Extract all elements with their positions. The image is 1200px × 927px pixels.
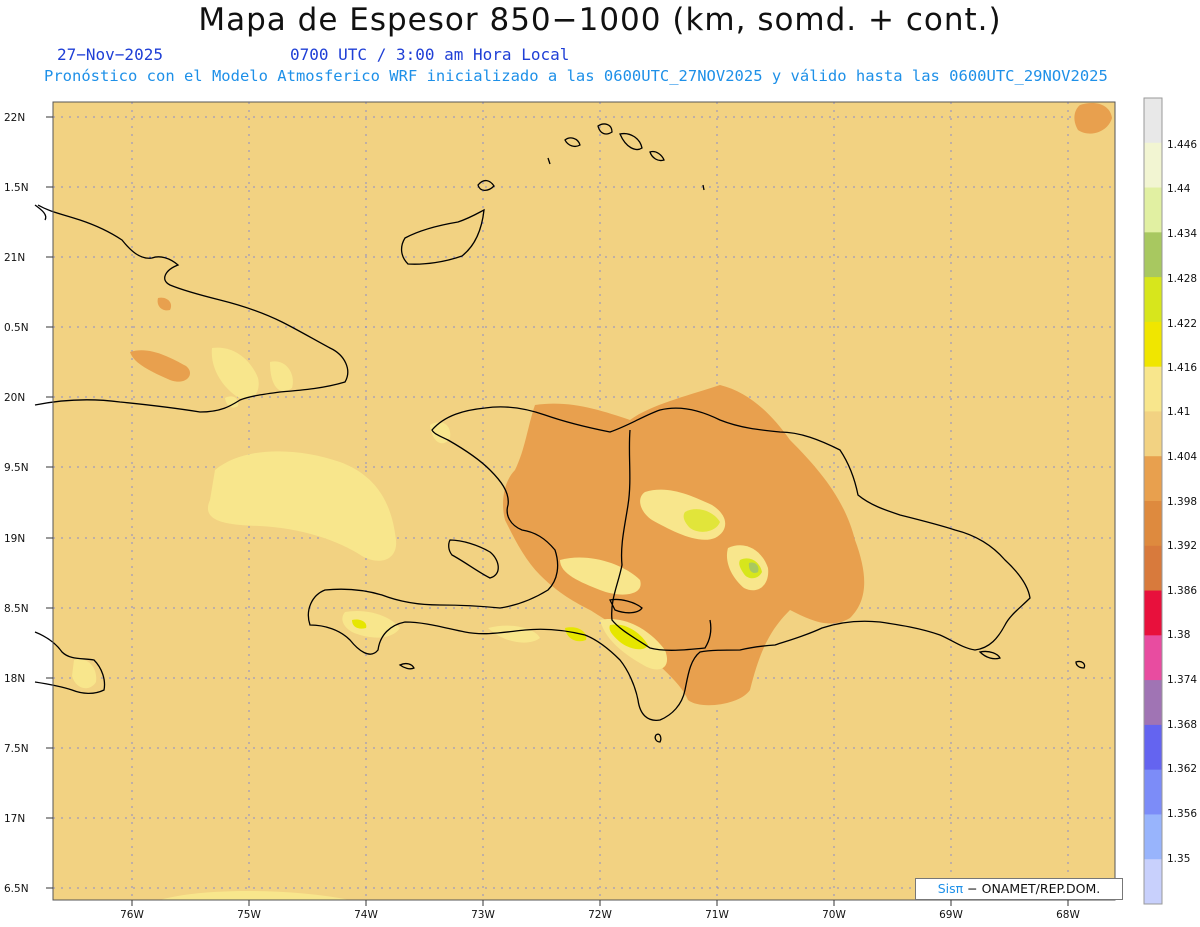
lat-label: 7.5N bbox=[4, 743, 29, 755]
colorbar-swatch bbox=[1144, 635, 1162, 681]
colorbar-swatch bbox=[1144, 187, 1162, 233]
colorbar-swatch bbox=[1144, 277, 1162, 323]
credit-box: Sisπ − ONAMET/REP.DOM. bbox=[915, 878, 1123, 900]
colorbar-label: 1.392 bbox=[1167, 540, 1197, 552]
lat-label: 1.5N bbox=[4, 182, 29, 194]
colorbar-swatch bbox=[1144, 456, 1162, 502]
lat-label: 18N bbox=[4, 673, 25, 685]
lat-label: 9.5N bbox=[4, 462, 29, 474]
colorbar-label: 1.386 bbox=[1167, 585, 1197, 597]
colorbar bbox=[1143, 97, 1163, 905]
colorbar-swatch bbox=[1144, 814, 1162, 860]
lon-label: 69W bbox=[939, 909, 963, 921]
colorbar-label: 1.416 bbox=[1167, 362, 1197, 374]
colorbar-label: 1.362 bbox=[1167, 763, 1197, 775]
colorbar-label: 1.35 bbox=[1167, 853, 1190, 865]
colorbar-label: 1.422 bbox=[1167, 318, 1197, 330]
colorbar-swatch bbox=[1144, 680, 1162, 726]
lat-ticks bbox=[46, 116, 53, 889]
colorbar-label: 1.398 bbox=[1167, 496, 1197, 508]
lat-label: 8.5N bbox=[4, 603, 29, 615]
colorbar-swatch bbox=[1144, 411, 1162, 457]
colorbar-swatch bbox=[1144, 590, 1162, 636]
colorbar-label: 1.434 bbox=[1167, 228, 1197, 240]
colorbar-label: 1.404 bbox=[1167, 451, 1197, 463]
longitude-axis: 76W 75W 74W 73W 72W 71W 70W 69W 68W bbox=[120, 909, 1080, 921]
colorbar-label: 1.44 bbox=[1167, 183, 1191, 195]
lat-label: 17N bbox=[4, 813, 25, 825]
lon-label: 74W bbox=[354, 909, 378, 921]
lon-label: 71W bbox=[705, 909, 729, 921]
lat-label: 0.5N bbox=[4, 322, 29, 334]
credit-brand: Sisπ bbox=[937, 881, 964, 896]
colorbar-swatch bbox=[1144, 321, 1162, 368]
lon-label: 73W bbox=[471, 909, 495, 921]
lon-label: 75W bbox=[237, 909, 261, 921]
colorbar-swatch bbox=[1144, 98, 1162, 144]
lat-label: 19N bbox=[4, 533, 25, 545]
lon-label: 70W bbox=[822, 909, 846, 921]
lat-label: 6.5N bbox=[4, 883, 29, 895]
lon-label: 72W bbox=[588, 909, 612, 921]
credit-org: − ONAMET/REP.DOM. bbox=[963, 881, 1101, 896]
colorbar-label: 1.356 bbox=[1167, 808, 1197, 820]
lon-label: 68W bbox=[1056, 909, 1080, 921]
lat-label: 22N bbox=[4, 112, 25, 124]
lat-label: 20N bbox=[4, 392, 25, 404]
colorbar-swatch bbox=[1144, 501, 1162, 547]
colorbar-swatch bbox=[1144, 545, 1162, 592]
colorbar-label: 1.446 bbox=[1167, 139, 1197, 151]
colorbar-label: 1.374 bbox=[1167, 674, 1197, 686]
colorbar-swatch bbox=[1144, 142, 1162, 189]
colorbar-swatch bbox=[1144, 232, 1162, 278]
latitude-axis: 22N 1.5N 21N 0.5N 20N 9.5N 19N 8.5N 18N … bbox=[4, 112, 29, 895]
colorbar-swatch bbox=[1144, 859, 1162, 905]
colorbar-label: 1.428 bbox=[1167, 273, 1197, 285]
colorbar-labels: 1.446 1.44 1.434 1.428 1.422 1.416 1.41 … bbox=[1167, 139, 1197, 865]
colorbar-label: 1.368 bbox=[1167, 719, 1197, 731]
colorbar-label: 1.38 bbox=[1167, 629, 1190, 641]
colorbar-swatch bbox=[1144, 724, 1162, 771]
lat-label: 21N bbox=[4, 252, 25, 264]
lon-ticks bbox=[131, 900, 1069, 906]
colorbar-swatch bbox=[1144, 769, 1162, 815]
thickness-map: 22N 1.5N 21N 0.5N 20N 9.5N 19N 8.5N 18N … bbox=[4, 97, 1197, 921]
lon-label: 76W bbox=[120, 909, 144, 921]
colorbar-swatch bbox=[1144, 366, 1162, 412]
colorbar-label: 1.41 bbox=[1167, 406, 1190, 418]
